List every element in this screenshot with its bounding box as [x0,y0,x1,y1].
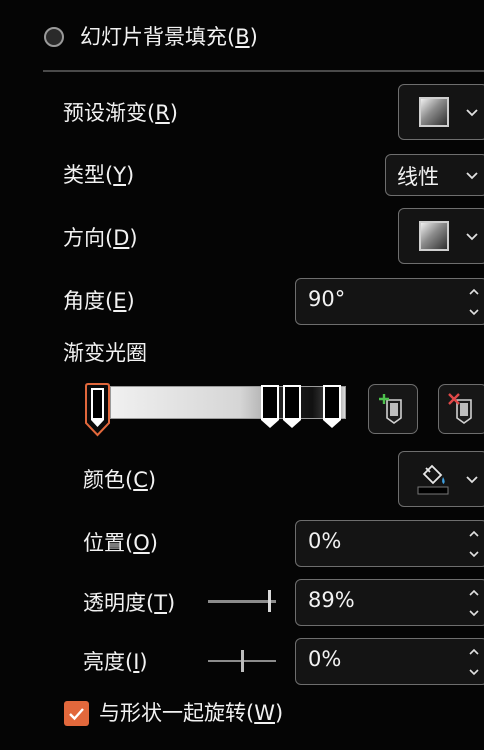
remove-gradient-stop-button[interactable] [438,384,484,434]
angle-label: 角度(E) [63,289,135,313]
preset-gradients-label: 预设渐变(R) [63,101,178,125]
remove-gradient-stop-icon [448,393,472,424]
type-dropdown[interactable]: 线性 [385,154,484,196]
position-value: 0% [308,529,342,553]
section-divider [43,70,484,72]
transparency-label: 透明度(T) [83,591,176,615]
spin-arrows-icon[interactable] [467,586,481,620]
chevron-down-icon [466,109,478,117]
slide-background-fill-label: 幻灯片背景填充(B) [80,25,258,49]
gradient-stop-4[interactable] [322,384,342,430]
add-gradient-stop-button[interactable] [368,384,418,434]
direction-preview-icon [419,221,449,251]
transparency-slider[interactable] [208,600,276,603]
type-label: 类型(Y) [63,163,135,187]
slide-background-fill-radio[interactable] [44,27,64,47]
brightness-label: 亮度(I) [83,650,148,674]
gradient-stops-label: 渐变光圈 [63,341,147,365]
rotate-with-shape-label: 与形状一起旋转(W) [99,701,284,725]
gradient-preview-icon [419,97,449,127]
spin-arrows-icon[interactable] [467,285,481,319]
gradient-stop-3[interactable] [282,384,302,430]
type-value: 线性 [397,165,439,189]
transparency-value: 89% [308,588,355,612]
position-label: 位置(O) [83,531,158,555]
angle-value: 90° [308,287,346,311]
color-label: 颜色(C) [83,468,157,492]
preset-gradients-dropdown[interactable] [398,84,484,140]
chevron-down-icon [466,233,478,241]
gradient-stop-2[interactable] [260,384,280,430]
transparency-slider-thumb[interactable] [268,590,271,612]
add-gradient-stop-icon [379,394,402,424]
brightness-spinner[interactable]: 0% [295,638,484,685]
gradient-stop-selected[interactable] [85,382,110,438]
brightness-slider-thumb[interactable] [241,650,244,672]
direction-dropdown[interactable] [398,208,484,264]
paint-bucket-icon [417,464,449,495]
chevron-down-icon [466,172,478,180]
rotate-with-shape-checkbox[interactable] [64,701,89,726]
gradient-bar[interactable] [110,386,346,419]
transparency-spinner[interactable]: 89% [295,579,484,626]
checkmark-icon [69,708,84,721]
brightness-value: 0% [308,647,342,671]
chevron-down-icon [466,476,478,484]
angle-spinner[interactable]: 90° [295,278,484,325]
position-spinner[interactable]: 0% [295,520,484,567]
direction-label: 方向(D) [63,226,138,250]
spin-arrows-icon[interactable] [467,645,481,679]
color-picker-dropdown[interactable] [398,451,484,507]
spin-arrows-icon[interactable] [467,527,481,561]
